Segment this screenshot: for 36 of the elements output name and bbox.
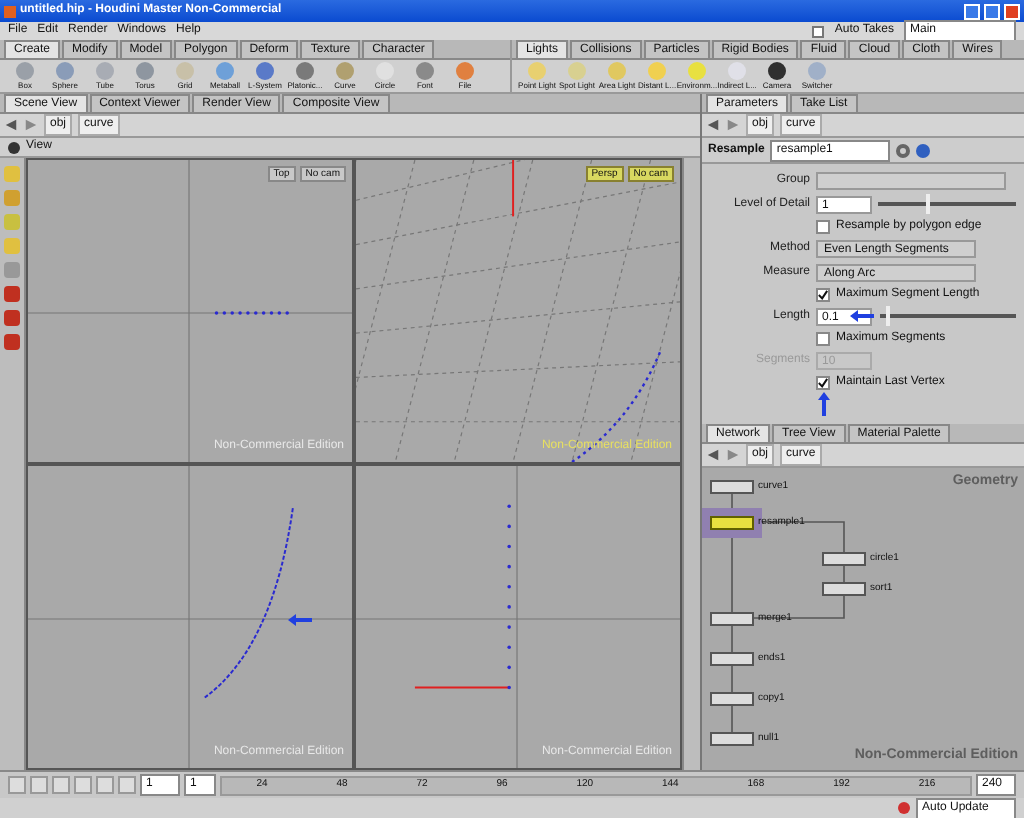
back-arrow-icon[interactable] <box>706 448 720 462</box>
connector-line <box>842 566 846 582</box>
checkbox[interactable] <box>812 25 825 37</box>
connector-line <box>730 626 734 652</box>
node-tile[interactable] <box>710 612 754 627</box>
slider-thumb[interactable] <box>926 194 931 214</box>
minimize-button[interactable] <box>964 3 980 19</box>
connector-line <box>730 666 734 692</box>
node-tile[interactable] <box>710 480 754 495</box>
checkbox[interactable] <box>816 375 830 389</box>
node-tile[interactable] <box>710 692 754 707</box>
stop-icon[interactable] <box>898 802 910 814</box>
node-tile[interactable] <box>822 552 866 567</box>
close-button[interactable] <box>1004 3 1020 19</box>
node-tile[interactable] <box>822 582 866 597</box>
help-icon[interactable] <box>916 143 931 157</box>
node-tile[interactable] <box>710 732 754 747</box>
forward-arrow-icon[interactable] <box>24 118 38 132</box>
checkbox[interactable] <box>816 331 830 345</box>
node-tile[interactable] <box>710 652 754 667</box>
direction-arrow-icon <box>818 392 830 416</box>
checkbox[interactable] <box>816 219 830 233</box>
direction-arrow-icon <box>850 310 874 322</box>
forward-arrow-icon[interactable] <box>726 448 740 462</box>
app-icon <box>4 5 16 17</box>
checkbox[interactable] <box>816 287 830 301</box>
forward-arrow-icon[interactable] <box>726 118 740 132</box>
connector-line <box>754 596 846 620</box>
gear-icon[interactable] <box>896 143 911 157</box>
slider-thumb[interactable] <box>886 306 891 326</box>
direction-arrow-icon <box>288 614 312 626</box>
maximize-button[interactable] <box>984 3 1000 19</box>
connector-line <box>730 706 734 732</box>
viewer-icon <box>8 141 20 153</box>
back-arrow-icon[interactable] <box>4 118 18 132</box>
back-arrow-icon[interactable] <box>706 118 720 132</box>
